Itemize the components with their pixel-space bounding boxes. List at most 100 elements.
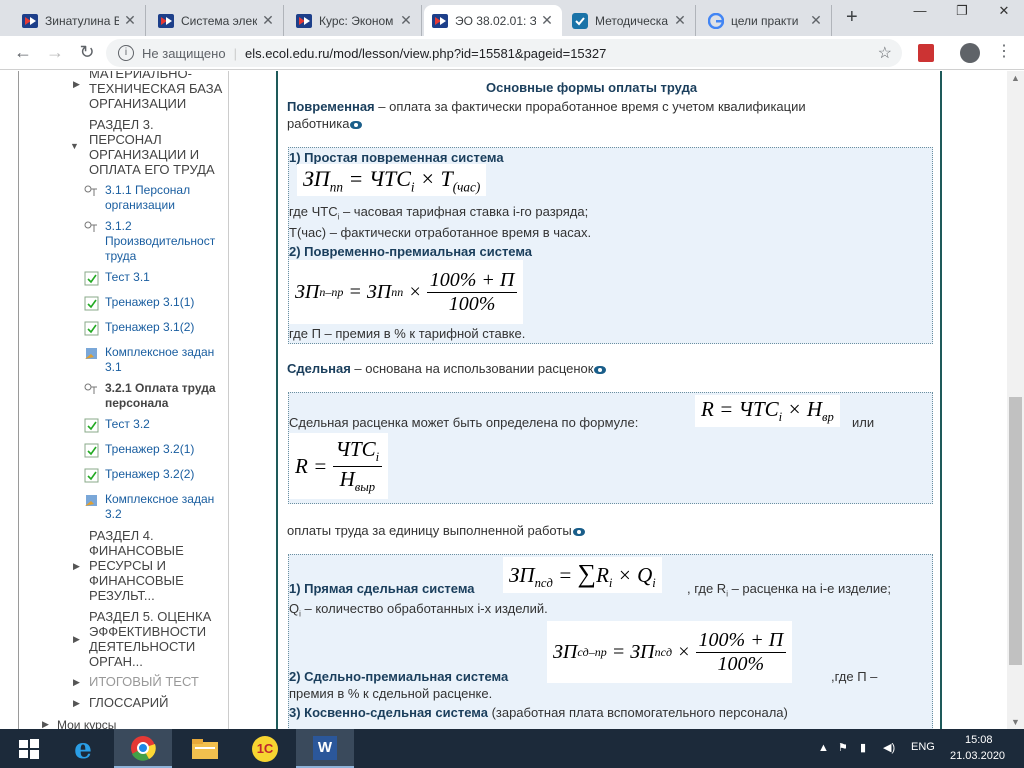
tray-chevron-icon[interactable]: ▲	[818, 742, 829, 754]
reload-icon[interactable]: ↻	[76, 42, 98, 63]
piece-bonus-note-2: премия в % к сдельной расценке.	[289, 686, 493, 701]
minimize-button[interactable]: —	[900, 0, 940, 28]
network-icon[interactable]: ▮	[860, 741, 866, 754]
or-text: или	[852, 415, 875, 430]
tab-5[interactable]: Методическа ✕	[564, 5, 696, 36]
omnibox[interactable]: i Не защищено | els.ecol.edu.ru/mod/less…	[106, 39, 902, 67]
google-icon	[708, 12, 724, 29]
sidebar-item-test-3-2[interactable]: Тест 3.2	[84, 417, 227, 433]
forward-arrow-icon[interactable]: →	[44, 42, 66, 63]
windows-taskbar: e 1С W ▲ ⚑ ▮ ◀) ENG 15:08 21.03.2020	[0, 729, 1024, 768]
time-bonus-title: 2) Повременно-премиальная система	[289, 244, 533, 259]
time-definition: Повременная – оплата за фактически прора…	[287, 99, 806, 114]
section-3[interactable]: РАЗДЕЛ 3. ПЕРСОНАЛ ОРГАНИЗАЦИИ И ОПЛАТА …	[89, 117, 229, 177]
close-icon[interactable]: ✕	[261, 12, 275, 29]
clock-time[interactable]: 15:08	[965, 734, 993, 746]
windows-start-icon[interactable]	[0, 729, 58, 768]
menu-icon[interactable]: ⋮	[996, 41, 1012, 61]
word-icon[interactable]: W	[296, 729, 354, 768]
final-test-link[interactable]: ИТОГОВЫЙ ТЕСТ	[89, 674, 229, 689]
file-explorer-icon[interactable]	[176, 729, 234, 768]
url-text: els.ecol.edu.ru/mod/lesson/view.php?id=1…	[244, 45, 607, 61]
scroll-up-icon[interactable]: ▲	[1011, 73, 1020, 83]
1c-icon[interactable]: 1С	[236, 729, 294, 768]
close-icon[interactable]: ✕	[399, 12, 413, 29]
tab-title: Система элек	[181, 13, 257, 28]
sidebar-item-3-2-1-current[interactable]: 3.2.1 Оплата труда персонала	[84, 381, 227, 411]
flag-icon[interactable]: ⚑	[838, 741, 848, 754]
sidebar-item-complex-3-2[interactable]: Комплексное задан 3.2	[84, 492, 227, 522]
sidebar-item-3-1-2[interactable]: 3.1.2 Производительност труда	[84, 219, 227, 264]
time-forms-box: 1) Простая повременная система ЗПпп = ЧТ…	[288, 147, 933, 344]
quiz-check-icon	[84, 418, 99, 433]
direct-note-1: , где Ri – расценка на i-е изделие;	[687, 581, 891, 599]
tab-4-active[interactable]: ЭО 38.02.01: З ✕	[424, 5, 562, 36]
caret-right-icon[interactable]: ▶	[73, 79, 80, 90]
internet-explorer-icon[interactable]: e	[54, 729, 112, 768]
piece-bonus-note: ,где П –	[831, 669, 878, 684]
volume-icon[interactable]: ◀)	[883, 741, 895, 754]
scroll-down-icon[interactable]: ▼	[1011, 717, 1020, 727]
check-icon	[572, 12, 588, 29]
clock-date[interactable]: 21.03.2020	[950, 750, 1005, 762]
window-close-button[interactable]: ✕	[984, 0, 1024, 28]
eye-icon	[350, 120, 363, 129]
tab-title: Зинатулина В	[45, 13, 119, 28]
sidebar-item-test-3-1[interactable]: Тест 3.1	[84, 270, 227, 286]
page-icon	[84, 383, 97, 394]
ecol-icon	[432, 13, 448, 29]
address-toolbar: ← → ↻ i Не защищено | els.ecol.edu.ru/mo…	[0, 36, 1024, 70]
back-arrow-icon[interactable]: ←	[12, 42, 34, 63]
star-icon[interactable]: ☆	[878, 43, 892, 63]
piece-forms-box: 1) Прямая сдельная система ЗПпсд = ∑Ri ×…	[288, 554, 933, 729]
maximize-button[interactable]: ❐	[942, 0, 982, 28]
caret-right-icon[interactable]: ▶	[73, 698, 80, 709]
sidebar-item-trainer-3-1-2[interactable]: Тренажер 3.1(2)	[84, 320, 227, 336]
browser-tab-bar: Зинатулина В ✕ Система элек ✕ Курс: Эконом…	[0, 0, 1024, 36]
lesson-heading: Основные формы оплаты труда	[486, 80, 698, 95]
caret-down-icon[interactable]: ▼	[70, 141, 79, 151]
glossary-link[interactable]: ГЛОССАРИЙ	[89, 695, 229, 710]
section-5[interactable]: РАЗДЕЛ 5. ОЦЕНКА ЭФФЕКТИВНОСТИ ДЕЯТЕЛЬНО…	[89, 609, 224, 669]
quiz-check-icon	[84, 296, 99, 311]
new-tab-button[interactable]: +	[846, 6, 858, 29]
scroll-thumb[interactable]	[1009, 397, 1022, 665]
close-icon[interactable]: ✕	[809, 12, 823, 29]
caret-right-icon[interactable]: ▶	[73, 677, 80, 688]
caret-right-icon[interactable]: ▶	[73, 561, 80, 572]
tab-3[interactable]: Курс: Эконом ✕	[288, 5, 422, 36]
chrome-icon[interactable]	[114, 729, 172, 768]
page-scrollbar[interactable]: ▲ ▼	[1007, 71, 1024, 729]
tab-6[interactable]: цели практи ✕	[700, 5, 832, 36]
sidebar-item-trainer-3-1-1[interactable]: Тренажер 3.1(1)	[84, 295, 227, 311]
account-icon[interactable]	[960, 43, 980, 63]
simple-note-2: Т(час) – фактически отработанное время в…	[289, 225, 592, 240]
caret-right-icon[interactable]: ▶	[42, 719, 49, 729]
sidebar-item-3-1-1[interactable]: 3.1.1 Персонал организации	[84, 183, 227, 213]
eye-icon	[594, 365, 607, 374]
close-icon[interactable]: ✕	[540, 12, 554, 29]
simple-note-1: где ЧТСi – часовая тарифная ставка i-го …	[289, 204, 589, 222]
pdf-extension-icon[interactable]	[918, 44, 934, 62]
page-content: ▶ МАТЕРИАЛЬНО-ТЕХНИЧЕСКАЯ БАЗА ОРГАНИЗАЦ…	[0, 71, 1024, 729]
info-icon[interactable]: i	[118, 45, 134, 61]
caret-right-icon[interactable]: ▶	[73, 634, 80, 645]
direct-note-2: Qi – количество обработанных i-х изделий…	[289, 601, 548, 619]
section-4[interactable]: РАЗДЕЛ 4. ФИНАНСОВЫЕ РЕСУРСЫ И ФИНАНСОВЫ…	[89, 528, 209, 603]
formula-simple-time: ЗПпп = ЧТСi × Т(час)	[297, 164, 487, 196]
eye-icon	[572, 527, 585, 536]
sidebar-item-trainer-3-2-2[interactable]: Тренажер 3.2(2)	[84, 467, 227, 483]
sidebar-item-trainer-3-2-1[interactable]: Тренажер 3.2(1)	[84, 442, 227, 458]
tab-1[interactable]: Зинатулина В ✕	[14, 5, 146, 36]
quiz-check-icon	[84, 321, 99, 336]
language-indicator[interactable]: ENG	[911, 741, 935, 753]
tab-2[interactable]: Система элек ✕	[150, 5, 284, 36]
section-material[interactable]: МАТЕРИАЛЬНО-ТЕХНИЧЕСКАЯ БАЗА ОРГАНИЗАЦИИ	[89, 71, 229, 111]
quiz-check-icon	[84, 271, 99, 286]
lesson-content: Основные формы оплаты труда Повременная …	[276, 71, 942, 729]
tab-title: Методическа	[595, 13, 668, 28]
close-icon[interactable]: ✕	[673, 12, 687, 29]
close-icon[interactable]: ✕	[123, 12, 137, 29]
sidebar-item-complex-3-1[interactable]: Комплексное задан 3.1	[84, 345, 227, 375]
my-courses-link[interactable]: Мои курсы	[57, 718, 197, 729]
